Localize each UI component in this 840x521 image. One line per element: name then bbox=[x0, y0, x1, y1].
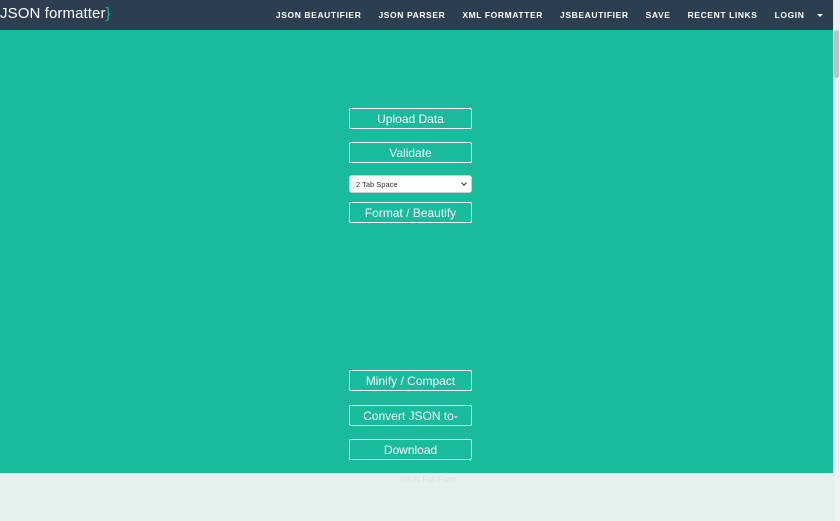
format-beautify-button[interactable]: Format / Beautify bbox=[349, 202, 472, 223]
nav-xml-formatter[interactable]: XML FORMATTER bbox=[454, 10, 552, 20]
page: JSON formatter} JSON BEAUTIFIER JSON PAR… bbox=[0, 0, 840, 521]
nav-json-parser[interactable]: JSON PARSER bbox=[370, 10, 454, 20]
brand-brace: } bbox=[105, 5, 111, 22]
nav-recent-links[interactable]: RECENT LINKS bbox=[679, 10, 766, 20]
site-logo[interactable]: JSON formatter} bbox=[0, 5, 111, 23]
brand-text: JSON formatter bbox=[0, 5, 106, 22]
indent-select-value: 2 Tab Space bbox=[356, 179, 398, 189]
main-panel: Upload Data Validate 2 Tab Space Format … bbox=[0, 30, 833, 473]
indent-select[interactable]: 2 Tab Space bbox=[349, 175, 472, 193]
page-scrollbar[interactable] bbox=[833, 0, 840, 521]
nav-jsbeautifier[interactable]: JSBEAUTIFIER bbox=[552, 10, 638, 20]
upload-data-button[interactable]: Upload Data bbox=[349, 108, 472, 129]
nav-links: JSON BEAUTIFIER JSON PARSER XML FORMATTE… bbox=[267, 0, 824, 30]
nav-save[interactable]: SAVE bbox=[637, 10, 679, 20]
footer-link[interactable]: JSON Full Form bbox=[11, 475, 840, 484]
caret-down-icon[interactable] bbox=[817, 13, 823, 17]
top-navbar: JSON formatter} JSON BEAUTIFIER JSON PAR… bbox=[0, 0, 833, 30]
download-button[interactable]: Download bbox=[349, 439, 472, 460]
convert-json-button[interactable]: Convert JSON to- bbox=[349, 405, 472, 426]
validate-button[interactable]: Validate bbox=[349, 142, 472, 163]
nav-login[interactable]: LOGIN bbox=[766, 10, 813, 20]
nav-json-beautifier[interactable]: JSON BEAUTIFIER bbox=[267, 10, 370, 20]
minify-compact-button[interactable]: Minify / Compact bbox=[349, 370, 472, 391]
scrollbar-thumb[interactable] bbox=[834, 30, 839, 78]
chevron-down-icon bbox=[461, 180, 467, 186]
